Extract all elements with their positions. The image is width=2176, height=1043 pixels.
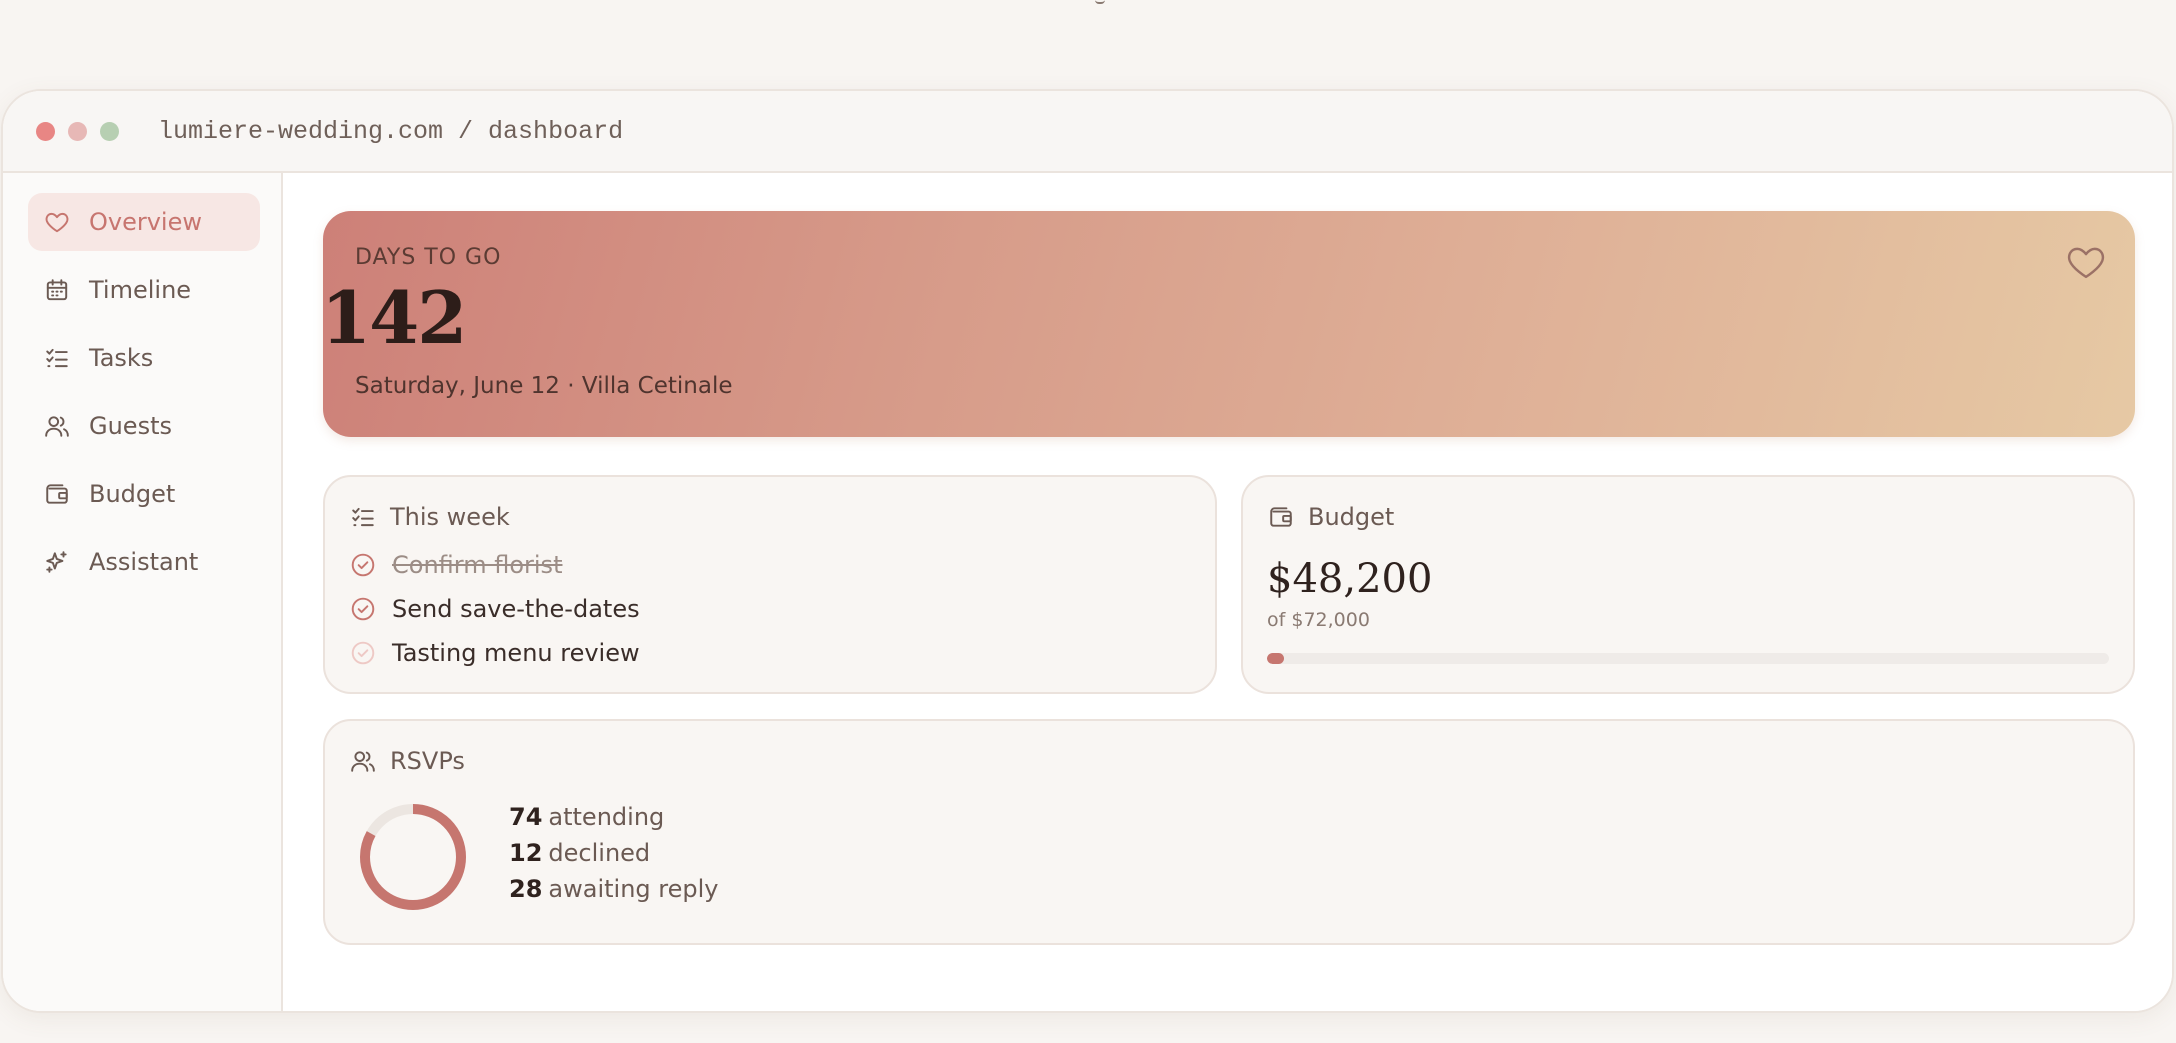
rsvps-header: RSVPs — [349, 745, 465, 777]
sidebar-item-label: Guests — [89, 412, 172, 440]
users-icon — [43, 412, 71, 440]
url-breadcrumb: lumiere-wedding.com / dashboard — [158, 117, 624, 146]
browser-window: lumiere-wedding.com / dashboard Overview… — [1, 89, 2174, 1013]
attending-label: attending — [548, 803, 665, 831]
awaiting-count: 28 — [509, 875, 543, 903]
budget-progress-fill — [1267, 653, 1284, 664]
rsvp-declined: 12 declined — [509, 837, 650, 869]
this-week-card: This week Confirm florist Send save-the-… — [323, 475, 1217, 694]
checklist-icon — [349, 503, 377, 531]
wallet-icon — [1267, 503, 1295, 531]
budget-title: Budget — [1308, 503, 1395, 531]
check-circle-icon[interactable] — [349, 639, 377, 667]
rsvps-card: RSVPs 74 attending 12 declined 28 awaiting … — [323, 719, 2135, 945]
rsvp-awaiting: 28 awaiting reply — [509, 873, 718, 905]
check-circle-icon[interactable] — [349, 551, 377, 579]
sidebar-item-label: Overview — [89, 208, 202, 236]
days-to-go-count: 142 — [321, 275, 467, 360]
sidebar-item-tasks[interactable]: Tasks — [28, 329, 260, 387]
task-label: Tasting menu review — [392, 639, 640, 667]
budget-spent-amount: $48,200 — [1267, 556, 1433, 602]
task-item[interactable]: Send save-the-dates — [349, 593, 640, 625]
main-content: DAYS TO GO 142 Saturday, June 12 · Villa… — [285, 173, 2172, 1011]
checklist-icon — [43, 344, 71, 372]
budget-progress-bar — [1267, 653, 2109, 664]
task-label: Confirm florist — [392, 551, 563, 579]
check-circle-icon[interactable] — [349, 595, 377, 623]
top-notch — [1095, 0, 1105, 4]
rsvps-title: RSVPs — [390, 747, 465, 775]
wallet-icon — [43, 480, 71, 508]
budget-header: Budget — [1267, 501, 1394, 533]
countdown-hero-card: DAYS TO GO 142 Saturday, June 12 · Villa… — [321, 211, 2135, 437]
declined-count: 12 — [509, 839, 543, 867]
sidebar-item-timeline[interactable]: Timeline — [28, 261, 260, 319]
title-bar: lumiere-wedding.com / dashboard — [3, 91, 2172, 173]
sidebar-item-label: Assistant — [89, 548, 199, 576]
sidebar-item-label: Tasks — [89, 344, 154, 372]
sidebar-item-guests[interactable]: Guests — [28, 397, 260, 455]
rsvp-donut-chart — [360, 804, 466, 910]
calendar-icon — [43, 276, 71, 304]
maximize-window-button[interactable] — [100, 122, 119, 141]
sparkle-icon — [43, 548, 71, 576]
this-week-title: This week — [390, 503, 510, 531]
budget-total: of $72,000 — [1267, 609, 1370, 631]
sidebar-item-label: Budget — [89, 480, 176, 508]
favorite-heart-icon[interactable] — [2065, 241, 2107, 283]
heart-icon — [43, 208, 71, 236]
close-window-button[interactable] — [36, 122, 55, 141]
rsvp-attending: 74 attending — [509, 801, 664, 833]
sidebar-item-budget[interactable]: Budget — [28, 465, 260, 523]
declined-label: declined — [548, 839, 651, 867]
minimize-window-button[interactable] — [68, 122, 87, 141]
budget-card: Budget $48,200 of $72,000 — [1241, 475, 2135, 694]
awaiting-label: awaiting reply — [548, 875, 719, 903]
wedding-date-venue: Saturday, June 12 · Villa Cetinale — [355, 373, 733, 399]
sidebar-item-overview[interactable]: Overview — [28, 193, 260, 251]
sidebar-item-assistant[interactable]: Assistant — [28, 533, 260, 591]
users-icon — [349, 747, 377, 775]
sidebar-item-label: Timeline — [89, 276, 192, 304]
task-label: Send save-the-dates — [392, 595, 640, 623]
sidebar: Overview Timeline Tasks Guests Budget As… — [3, 173, 283, 1011]
task-item[interactable]: Tasting menu review — [349, 637, 640, 669]
this-week-header: This week — [349, 501, 510, 533]
task-item[interactable]: Confirm florist — [349, 549, 562, 581]
countdown-eyebrow: DAYS TO GO — [355, 245, 502, 270]
attending-count: 74 — [509, 803, 543, 831]
